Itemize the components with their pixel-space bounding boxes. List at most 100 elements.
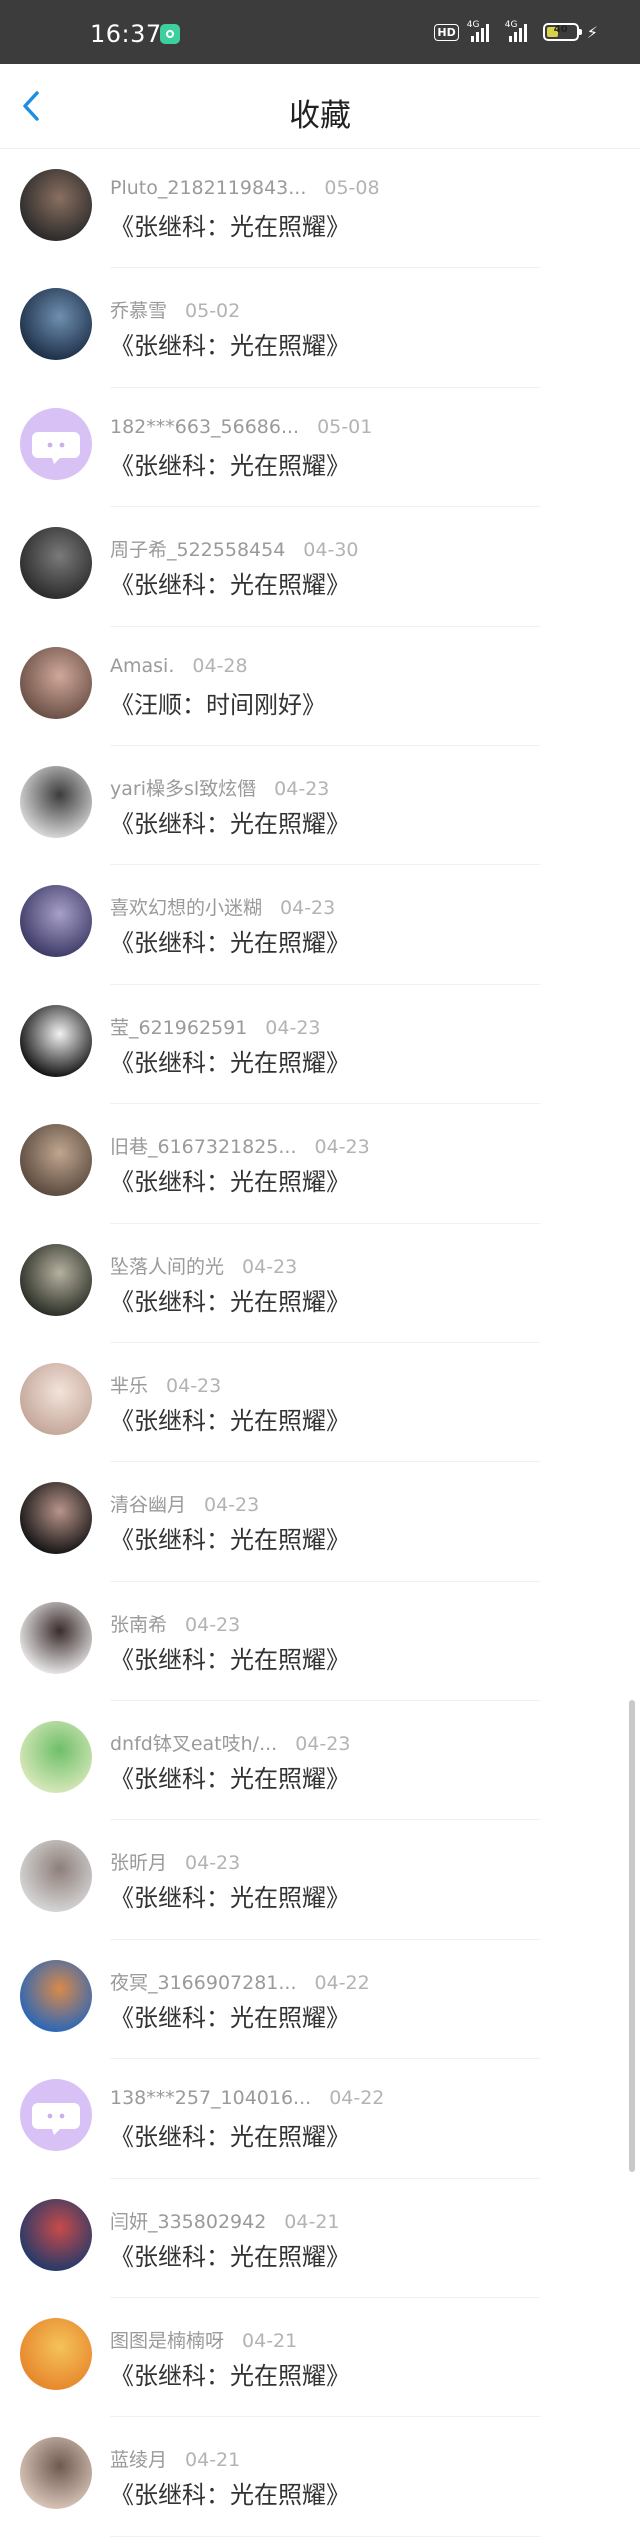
battery-icon: 40 (542, 23, 582, 41)
song-title[interactable]: 《汪顺：时间刚好》 (110, 685, 326, 720)
list-item[interactable]: Amasi. 04-28 《汪顺：时间刚好》 (0, 627, 640, 746)
list-item[interactable]: yari橾多sl致炫僭 04-23 《张继科：光在照耀》 (0, 746, 640, 866)
song-title[interactable]: 《张继科：光在照耀》 (110, 1520, 350, 1555)
avatar[interactable] (20, 885, 92, 958)
list-item[interactable]: 旧巷_6167321825... 04-23 《张继科：光在照耀》 (0, 1104, 640, 1224)
song-title[interactable]: 《张继科：光在照耀》 (110, 804, 350, 839)
username[interactable]: 138***257_104016... (110, 2087, 311, 2109)
signal-icon: 4G (467, 20, 497, 42)
list-item[interactable]: 乔慕雪 05-02 《张继科：光在照耀》 (0, 268, 640, 388)
username[interactable]: 旧巷_6167321825... (110, 1136, 297, 1158)
username[interactable]: 清谷幽月 (110, 1494, 186, 1516)
avatar[interactable] (20, 1243, 92, 1316)
list-item[interactable]: 182***663_56686... 05-01 《张继科：光在照耀》 (0, 388, 640, 508)
list-item[interactable]: Pluto_2182119843... 05-08 《张继科：光在照耀》 (0, 149, 640, 269)
username[interactable]: 喜欢幻想的小迷糊 (110, 897, 262, 919)
list-item[interactable]: 张昕月 04-23 《张继科：光在照耀》 (0, 1820, 640, 1940)
song-title[interactable]: 《张继科：光在照耀》 (110, 1401, 350, 1436)
username[interactable]: 张昕月 (110, 1852, 167, 1874)
list-item[interactable]: 蓝绫月 04-21 《张继科：光在照耀》 (0, 2417, 640, 2537)
date: 04-21 (242, 2330, 298, 2353)
song-title[interactable]: 《张继科：光在照耀》 (110, 1043, 350, 1078)
page-header: 收藏 (0, 64, 640, 149)
date: 05-02 (185, 300, 241, 323)
list-item[interactable]: 闫妍_335802942 04-21 《张继科：光在照耀》 (0, 2179, 640, 2299)
song-title[interactable]: 《张继科：光在照耀》 (110, 1282, 350, 1317)
date: 04-22 (329, 2087, 385, 2110)
song-title[interactable]: 《张继科：光在照耀》 (110, 2117, 350, 2152)
list-item[interactable]: dnfd钵叉eat吱h/... 04-23 《张继科：光在照耀》 (0, 1701, 640, 1821)
list-item[interactable]: 图图是楠楠呀 04-21 《张继科：光在照耀》 (0, 2298, 640, 2418)
avatar[interactable] (20, 1959, 92, 2032)
song-title[interactable]: 《张继科：光在照耀》 (110, 1878, 350, 1913)
avatar[interactable] (20, 2079, 92, 2152)
list-item[interactable]: 清谷幽月 04-23 《张继科：光在照耀》 (0, 1462, 640, 1582)
item-meta: 图图是楠楠呀 04-21 (110, 2326, 297, 2353)
username[interactable]: 夜冥_3166907281... (110, 1972, 297, 1994)
date: 04-23 (242, 1255, 298, 1278)
list-item[interactable]: 张南希 04-23 《张继科：光在照耀》 (0, 1582, 640, 1702)
username[interactable]: yari橾多sl致炫僭 (110, 778, 256, 800)
item-meta: 夜冥_3166907281... 04-22 (110, 1968, 370, 1995)
avatar[interactable] (20, 1004, 92, 1077)
item-meta: 张昕月 04-23 (110, 1848, 240, 1875)
list-item[interactable]: 坠落人间的光 04-23 《张继科：光在照耀》 (0, 1224, 640, 1343)
username[interactable]: 莹_621962591 (110, 1017, 247, 1039)
avatar[interactable] (20, 288, 92, 361)
avatar[interactable] (20, 169, 92, 241)
username[interactable]: Pluto_2182119843... (110, 177, 306, 199)
item-meta: 闫妍_335802942 04-21 (110, 2207, 340, 2234)
item-meta: 莹_621962591 04-23 (110, 1013, 321, 1040)
username[interactable]: dnfd钵叉eat吱h/... (110, 1733, 277, 1755)
username[interactable]: 闫妍_335802942 (110, 2211, 266, 2233)
avatar[interactable] (20, 1124, 92, 1197)
item-meta: 坠落人间的光 04-23 (110, 1252, 297, 1279)
item-meta: 周子希_522558454 04-30 (110, 535, 359, 562)
item-meta: 清谷幽月 04-23 (110, 1490, 259, 1517)
avatar[interactable] (20, 765, 92, 838)
avatar[interactable] (20, 1482, 92, 1555)
username[interactable]: 乔慕雪 (110, 300, 167, 322)
list-item[interactable]: 138***257_104016... 04-22 《张继科：光在照耀》 (0, 2059, 640, 2179)
song-title[interactable]: 《张继科：光在照耀》 (110, 1759, 350, 1794)
song-title[interactable]: 《张继科：光在照耀》 (110, 1998, 350, 2033)
date: 04-21 (284, 2210, 340, 2233)
song-title[interactable]: 《张继科：光在照耀》 (110, 2475, 350, 2510)
song-title[interactable]: 《张继科：光在照耀》 (110, 565, 350, 600)
item-meta: 182***663_56686... 05-01 (110, 416, 372, 438)
avatar[interactable] (20, 407, 92, 480)
avatar[interactable] (20, 2198, 92, 2271)
username[interactable]: 图图是楠楠呀 (110, 2330, 224, 2352)
avatar[interactable] (20, 2437, 92, 2510)
username[interactable]: 周子希_522558454 (110, 539, 285, 561)
song-title[interactable]: 《张继科：光在照耀》 (110, 923, 350, 958)
avatar[interactable] (20, 1362, 92, 1435)
date: 04-30 (303, 539, 359, 562)
song-title[interactable]: 《张继科：光在照耀》 (110, 1162, 350, 1197)
avatar[interactable] (20, 1601, 92, 1674)
avatar[interactable] (20, 527, 92, 600)
avatar[interactable] (20, 2318, 92, 2391)
song-title[interactable]: 《张继科：光在照耀》 (110, 326, 350, 361)
username[interactable]: 张南希 (110, 1614, 167, 1636)
list-item[interactable]: 夜冥_3166907281... 04-22 《张继科：光在照耀》 (0, 1940, 640, 2060)
song-title[interactable]: 《张继科：光在照耀》 (110, 2237, 350, 2272)
username[interactable]: 182***663_56686... (110, 416, 299, 438)
list-item[interactable]: 喜欢幻想的小迷糊 04-23 《张继科：光在照耀》 (0, 865, 640, 985)
username[interactable]: 坠落人间的光 (110, 1256, 224, 1278)
username[interactable]: 蓝绫月 (110, 2449, 167, 2471)
avatar[interactable] (20, 1721, 92, 1794)
song-title[interactable]: 《张继科：光在照耀》 (110, 2356, 350, 2391)
list-item[interactable]: 莹_621962591 04-23 《张继科：光在照耀》 (0, 985, 640, 1105)
song-title[interactable]: 《张继科：光在照耀》 (110, 207, 350, 242)
avatar[interactable] (20, 646, 92, 719)
song-title[interactable]: 《张继科：光在照耀》 (110, 1640, 350, 1675)
username[interactable]: Amasi. (110, 655, 174, 677)
list-item[interactable]: 周子希_522558454 04-30 《张继科：光在照耀》 (0, 507, 640, 627)
item-meta: 芈乐 04-23 (110, 1371, 221, 1398)
list-item[interactable]: 芈乐 04-23 《张继科：光在照耀》 (0, 1343, 640, 1463)
scrollbar[interactable] (629, 1700, 635, 2172)
song-title[interactable]: 《张继科：光在照耀》 (110, 446, 350, 481)
username[interactable]: 芈乐 (110, 1375, 148, 1397)
avatar[interactable] (20, 1840, 92, 1913)
